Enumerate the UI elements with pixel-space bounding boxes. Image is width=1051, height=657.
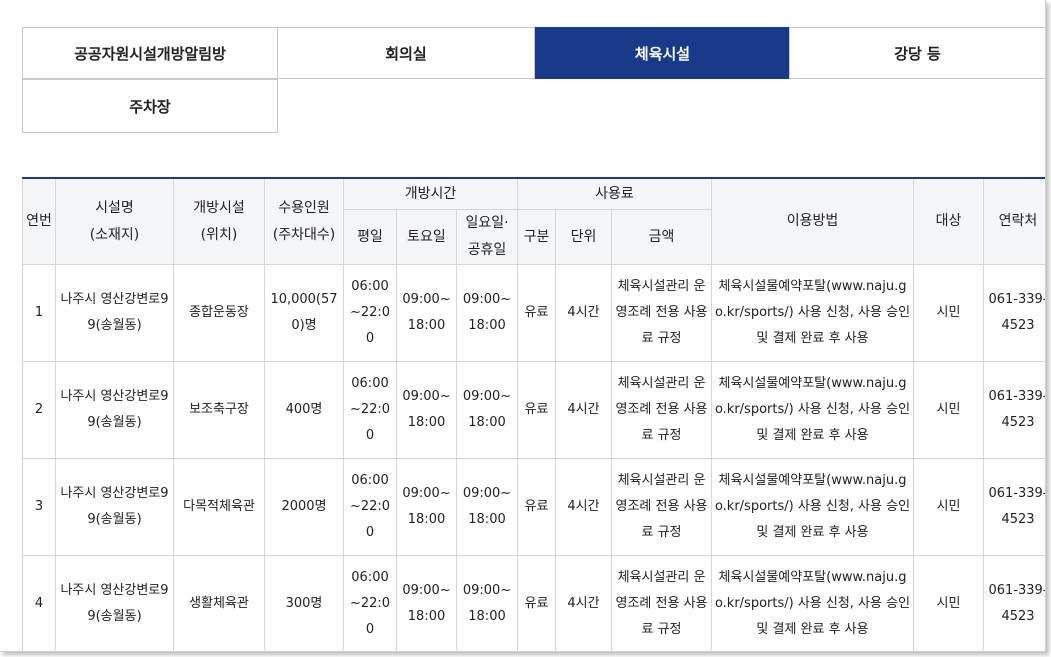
cell-target: 시민: [913, 555, 984, 651]
page-frame: 공공자원시설개방알림방 회의실 체육시설 강당 등 주차장 연번 시설명 (소재…: [0, 0, 1046, 652]
cell-facility-name: 나주시 영산강변로99(송월동): [55, 555, 174, 651]
cell-capacity: 300명: [264, 555, 344, 651]
cell-saturday: 09:00~18:00: [396, 555, 457, 651]
table-row: 2 나주시 영산강변로99(송월동) 보조축구장 400명 06:00~22:0…: [22, 361, 1045, 459]
cell-contact: 061-339-4523: [983, 264, 1045, 362]
facility-table: 연번 시설명 (소재지) 개방시설 (위치) 수용인원 (주차대수) 개방시간 …: [22, 177, 1045, 651]
cell-usage-method: 체육시설물예약포탈(www.naju.go.kr/sports/) 사용 신청,…: [711, 264, 914, 362]
cell-capacity: 2000명: [264, 458, 344, 556]
cell-weekday: 06:00~22:00: [343, 555, 397, 651]
header-facility-name: 시설명 (소재지): [55, 177, 174, 265]
header-fee: 사용료: [517, 177, 712, 210]
cell-facility-name: 나주시 영산강변로99(송월동): [55, 264, 174, 362]
cell-open-facility: 다목적체육관: [173, 458, 265, 556]
cell-fee-amount: 체육시설관리 운영조례 전용 사용료 규정: [611, 555, 712, 651]
cell-sunday-holiday: 09:00~18:00: [456, 361, 518, 459]
cell-saturday: 09:00~18:00: [396, 458, 457, 556]
cell-sunday-holiday: 09:00~18:00: [456, 458, 518, 556]
tab-parking[interactable]: 주차장: [22, 79, 278, 133]
header-open-facility-text: 개방시설 (위치): [193, 199, 245, 243]
cell-usage-method: 체육시설물예약포탈(www.naju.go.kr/sports/) 사용 신청,…: [711, 555, 914, 651]
tab-auditorium[interactable]: 강당 등: [789, 27, 1045, 79]
table-row: 3 나주시 영산강변로99(송월동) 다목적체육관 2000명 06:00~22…: [22, 458, 1045, 556]
cell-no: 2: [22, 361, 56, 459]
cell-open-facility: 종합운동장: [173, 264, 265, 362]
cell-fee-unit: 4시간: [555, 361, 612, 459]
cell-sunday-holiday: 09:00~18:00: [456, 555, 518, 651]
header-facility-name-text: 시설명 (소재지): [89, 199, 140, 243]
header-sunday-holiday: 일요일· 공휴일: [456, 209, 518, 265]
header-saturday: 토요일: [396, 209, 457, 265]
cell-fee-type: 유료: [517, 361, 556, 459]
header-usage-method: 이용방법: [711, 177, 914, 265]
cell-fee-unit: 4시간: [555, 555, 612, 651]
cell-fee-type: 유료: [517, 458, 556, 556]
header-fee-type: 구분: [517, 209, 556, 265]
header-weekday: 평일: [343, 209, 397, 265]
cell-usage-method: 체육시설물예약포탈(www.naju.go.kr/sports/) 사용 신청,…: [711, 361, 914, 459]
cell-weekday: 06:00~22:00: [343, 264, 397, 362]
tab-meeting-room[interactable]: 회의실: [277, 27, 535, 79]
cell-sunday-holiday: 09:00~18:00: [456, 264, 518, 362]
tab-sports-facility[interactable]: 체육시설: [535, 27, 790, 79]
cell-fee-unit: 4시간: [555, 458, 612, 556]
header-target: 대상: [913, 177, 984, 265]
cell-weekday: 06:00~22:00: [343, 361, 397, 459]
cell-weekday: 06:00~22:00: [343, 458, 397, 556]
table-row: 4 나주시 영산강변로99(송월동) 생활체육관 300명 06:00~22:0…: [22, 555, 1045, 651]
cell-no: 3: [22, 458, 56, 556]
cell-capacity: 400명: [264, 361, 344, 459]
cell-contact: 061-339-4523: [983, 361, 1045, 459]
cell-facility-name: 나주시 영산강변로99(송월동): [55, 458, 174, 556]
table-row: 1 나주시 영산강변로99(송월동) 종합운동장 10,000(570)명 06…: [22, 264, 1045, 362]
facility-table-wrapper: 연번 시설명 (소재지) 개방시설 (위치) 수용인원 (주차대수) 개방시간 …: [22, 177, 1045, 651]
header-capacity-text: 수용인원 (주차대수): [272, 199, 336, 243]
cell-facility-name: 나주시 영산강변로99(송월동): [55, 361, 174, 459]
cell-fee-unit: 4시간: [555, 264, 612, 362]
cell-target: 시민: [913, 361, 984, 459]
cell-no: 4: [22, 555, 56, 651]
cell-fee-amount: 체육시설관리 운영조례 전용 사용료 규정: [611, 264, 712, 362]
cell-saturday: 09:00~18:00: [396, 264, 457, 362]
cell-fee-type: 유료: [517, 555, 556, 651]
cell-no: 1: [22, 264, 56, 362]
cell-target: 시민: [913, 264, 984, 362]
cell-usage-method: 체육시설물예약포탈(www.naju.go.kr/sports/) 사용 신청,…: [711, 458, 914, 556]
cell-open-facility: 보조축구장: [173, 361, 265, 459]
header-fee-amount: 금액: [611, 209, 712, 265]
cell-fee-type: 유료: [517, 264, 556, 362]
cell-target: 시민: [913, 458, 984, 556]
header-fee-unit: 단위: [555, 209, 612, 265]
cell-contact: 061-339-4523: [983, 458, 1045, 556]
cell-saturday: 09:00~18:00: [396, 361, 457, 459]
header-no: 연번: [22, 177, 56, 265]
header-open-facility: 개방시설 (위치): [173, 177, 265, 265]
cell-fee-amount: 체육시설관리 운영조례 전용 사용료 규정: [611, 458, 712, 556]
cell-capacity: 10,000(570)명: [264, 264, 344, 362]
header-open-hours: 개방시간: [343, 177, 518, 210]
header-sunday-holiday-text: 일요일· 공휴일: [465, 215, 509, 258]
header-contact: 연락처: [983, 177, 1045, 265]
header-capacity: 수용인원 (주차대수): [264, 177, 344, 265]
cell-fee-amount: 체육시설관리 운영조례 전용 사용료 규정: [611, 361, 712, 459]
tab-public-resource-notice[interactable]: 공공자원시설개방알림방: [22, 27, 278, 79]
cell-open-facility: 생활체육관: [173, 555, 265, 651]
cell-contact: 061-339-4523: [983, 555, 1045, 651]
